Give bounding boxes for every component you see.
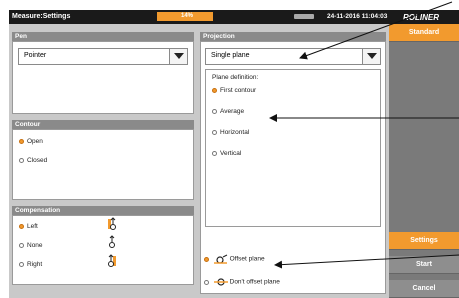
radio-selected-icon[interactable] (204, 256, 209, 262)
chevron-down-icon[interactable] (362, 49, 380, 64)
pen-dropdown[interactable]: Pointer (18, 48, 188, 65)
projection-box: Single plane Plane definition: First con… (200, 41, 386, 294)
progress-bar: 14% (157, 12, 213, 21)
radio-icon[interactable] (19, 242, 24, 248)
contour-option-open[interactable]: Open (19, 138, 43, 145)
radio-selected-icon[interactable] (19, 223, 24, 229)
battery-icon (294, 14, 314, 19)
compensation-left-icon (108, 217, 116, 230)
settings-screen: Measure:Settings 14% 24-11-2016 11:04:03… (0, 0, 459, 298)
compensation-box: Left None Right (12, 215, 194, 285)
compensation-option-left[interactable]: Left (19, 223, 38, 230)
offset-plane-icon (213, 254, 228, 264)
compensation-option-right[interactable]: Right (19, 261, 42, 268)
compensation-none-icon (109, 235, 115, 248)
radio-icon[interactable] (212, 150, 217, 156)
projection-dropdown-value: Single plane (211, 52, 250, 59)
radio-selected-icon[interactable] (19, 138, 24, 144)
offset-option-dont-offset[interactable]: Don't offset plane (204, 277, 280, 287)
compensation-right-icon (108, 254, 116, 267)
projection-dropdown[interactable]: Single plane (205, 48, 381, 65)
start-button[interactable]: Start (389, 256, 459, 274)
compensation-header: Compensation (12, 206, 194, 215)
radio-icon[interactable] (212, 129, 217, 135)
radio-icon[interactable] (212, 108, 217, 114)
radio-selected-icon[interactable] (212, 87, 217, 93)
settings-button[interactable]: Settings (389, 232, 459, 250)
pen-box: Pointer (12, 41, 194, 114)
plane-option-vertical[interactable]: Vertical (212, 150, 241, 157)
brand-logo: ROLINER (389, 10, 459, 24)
chevron-down-icon[interactable] (169, 49, 187, 64)
radio-icon[interactable] (19, 157, 24, 163)
plane-option-average[interactable]: Average (212, 108, 244, 115)
pen-header: Pen (12, 32, 194, 41)
plane-definition-label: Plane definition: (212, 74, 259, 81)
contour-box: Open Closed (12, 129, 194, 200)
datetime: 24-11-2016 11:04:03 (327, 13, 388, 20)
settings-panel: Pen Pointer Contour Open Closed Compensa… (9, 24, 389, 298)
radio-icon[interactable] (204, 279, 209, 285)
radio-icon[interactable] (19, 261, 24, 267)
pen-dropdown-value: Pointer (24, 52, 47, 59)
window-title: Measure:Settings (12, 13, 71, 20)
contour-option-closed[interactable]: Closed (19, 157, 47, 164)
plane-option-horizontal[interactable]: Horizontal (212, 129, 249, 136)
contour-header: Contour (12, 120, 194, 129)
cancel-button[interactable]: Cancel (389, 280, 459, 298)
no-offset-plane-icon (213, 278, 228, 286)
projection-header: Projection (200, 32, 386, 41)
plane-option-first-contour[interactable]: First contour (212, 87, 256, 94)
plane-definition-group: Plane definition: First contour Average … (205, 69, 381, 227)
progress-label: 14% (181, 13, 194, 19)
compensation-option-none[interactable]: None (19, 242, 43, 249)
top-status-bar: Measure:Settings 14% 24-11-2016 11:04:03 (9, 10, 389, 24)
offset-option-offset[interactable]: Offset plane (204, 254, 265, 264)
right-sidebar: Standard Settings Start Cancel (389, 24, 459, 298)
standard-button[interactable]: Standard (389, 24, 459, 42)
